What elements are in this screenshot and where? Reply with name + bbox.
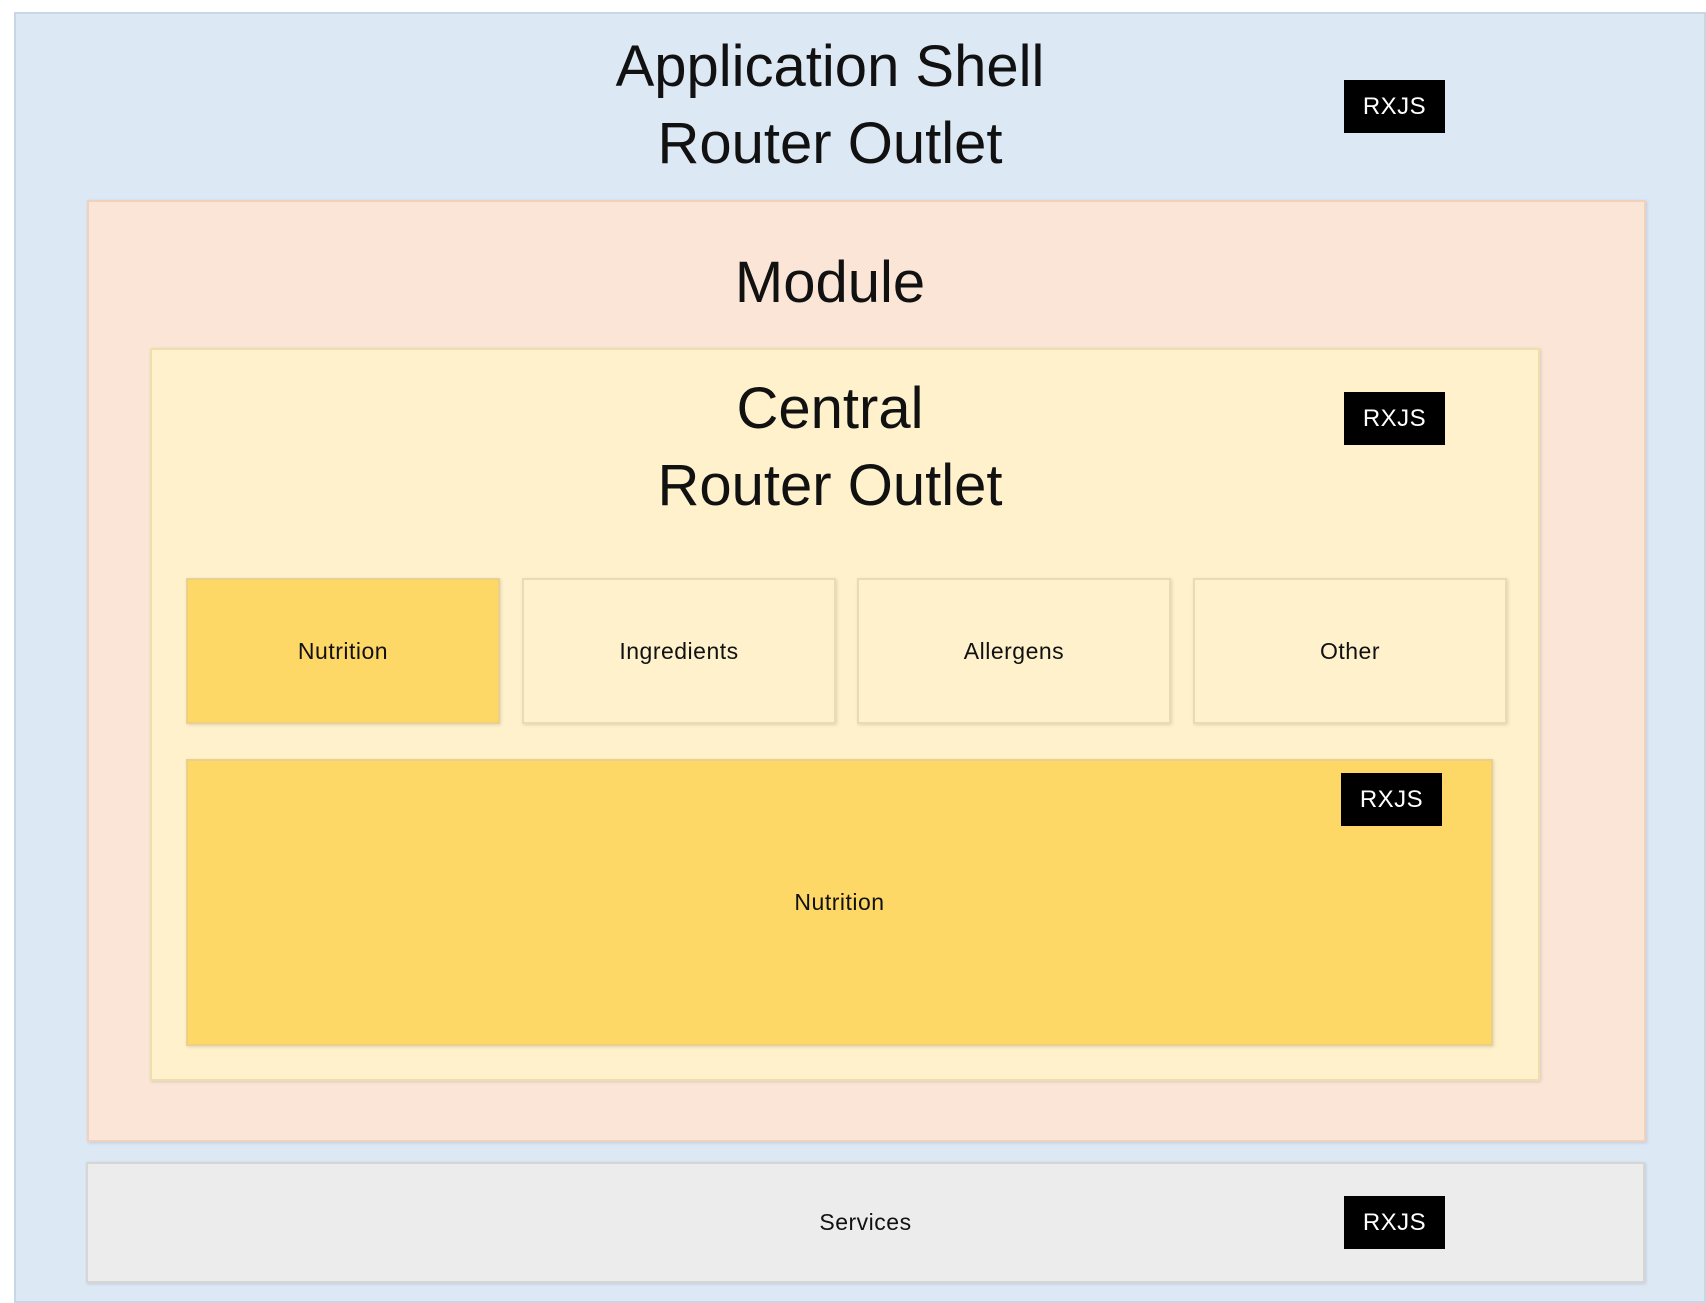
shell-rxjs-badge: RXJS <box>1344 80 1445 133</box>
central-title-line1: Central <box>736 376 924 441</box>
content-rxjs-badge: RXJS <box>1341 773 1442 826</box>
services-rxjs-badge: RXJS <box>1344 1196 1445 1249</box>
application-shell-title-line1: Application Shell <box>615 34 1045 99</box>
central-title-line2: Router Outlet <box>657 453 1003 518</box>
content-panel-label: Nutrition <box>794 889 885 915</box>
module-title: Module <box>734 250 926 315</box>
tab-nutrition[interactable]: Nutrition <box>186 578 500 724</box>
tab-allergens[interactable]: Allergens <box>857 578 1171 724</box>
central-rxjs-badge: RXJS <box>1344 392 1445 445</box>
tab-other[interactable]: Other <box>1193 578 1507 724</box>
application-shell-title: Application Shell Router Outlet <box>530 28 1130 182</box>
central-router-outlet-title: Central Router Outlet <box>530 370 1130 524</box>
application-shell-title-line2: Router Outlet <box>657 111 1003 176</box>
nutrition-content-panel: Nutrition <box>186 759 1493 1046</box>
tab-ingredients[interactable]: Ingredients <box>522 578 836 724</box>
services-label: Services <box>819 1209 912 1235</box>
